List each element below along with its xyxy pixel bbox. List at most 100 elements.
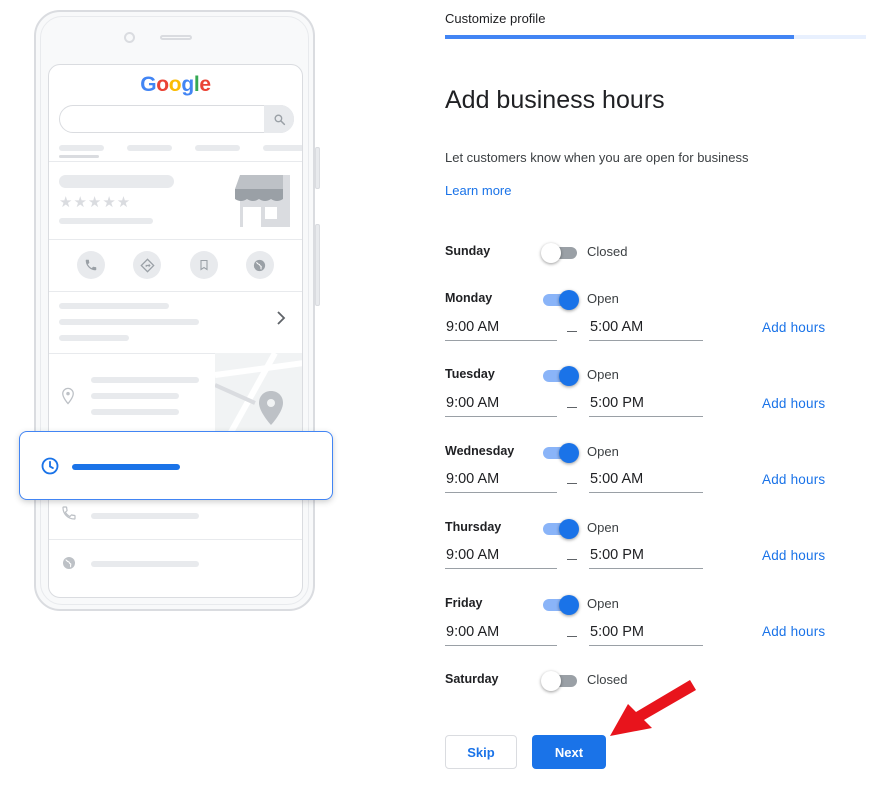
- clock-icon: [41, 457, 59, 475]
- divider: [49, 539, 302, 540]
- day-label-saturday: Saturday: [445, 672, 499, 686]
- mock-text-line: [91, 561, 199, 567]
- globe-icon: [63, 557, 75, 569]
- toggle-saturday[interactable]: [541, 670, 579, 691]
- status-tuesday: Open: [587, 367, 619, 382]
- opens-at-tuesday[interactable]: [445, 393, 557, 417]
- highlighted-hours-card: [19, 431, 333, 500]
- progress-bar: [445, 35, 866, 39]
- divider: [49, 291, 302, 292]
- opens-at-thursday[interactable]: [445, 545, 557, 569]
- logo-letter: e: [199, 73, 211, 96]
- step-label: Customize profile: [445, 11, 546, 26]
- range-dash: [567, 559, 577, 560]
- mock-tab-bar: [263, 145, 302, 151]
- day-label-friday: Friday: [445, 596, 483, 610]
- phone-camera: [124, 32, 135, 43]
- mock-action-row: [49, 251, 302, 279]
- opens-at-wednesday[interactable]: [445, 469, 557, 493]
- toggle-friday[interactable]: [543, 594, 579, 615]
- mock-text-line: [91, 393, 179, 399]
- mock-map: [215, 353, 302, 443]
- location-pin-icon: [62, 387, 74, 405]
- mock-text-line: [91, 513, 199, 519]
- closes-at-wednesday[interactable]: [589, 469, 703, 493]
- page-title: Add business hours: [445, 86, 665, 114]
- toggle-thumb: [559, 519, 579, 539]
- chevron-right-icon: [277, 311, 286, 325]
- red-arrow-annotation: [610, 680, 696, 736]
- add-hours-monday[interactable]: Add hours: [762, 320, 825, 335]
- status-thursday: Open: [587, 520, 619, 535]
- divider: [49, 161, 302, 162]
- toggle-thursday[interactable]: [543, 518, 579, 539]
- mock-text-line: [59, 319, 199, 325]
- day-label-wednesday: Wednesday: [445, 444, 515, 458]
- phone-screen: Google ★★★★★: [48, 64, 303, 598]
- skip-button[interactable]: Skip: [445, 735, 517, 769]
- toggle-wednesday[interactable]: [543, 442, 579, 463]
- toggle-tuesday[interactable]: [543, 365, 579, 386]
- search-icon: [264, 105, 294, 133]
- mock-category: [59, 218, 153, 224]
- phone-icon: [77, 251, 106, 279]
- mock-text-line: [59, 303, 169, 309]
- mock-tab-indicator: [59, 155, 99, 158]
- day-label-sunday: Sunday: [445, 244, 491, 258]
- day-label-thursday: Thursday: [445, 520, 502, 534]
- toggle-monday[interactable]: [543, 289, 579, 310]
- phone-speaker: [160, 35, 192, 40]
- closes-at-friday[interactable]: [589, 622, 703, 646]
- add-hours-thursday[interactable]: Add hours: [762, 548, 825, 563]
- status-wednesday: Open: [587, 444, 619, 459]
- globe-icon: [245, 251, 274, 279]
- logo-letter: o: [168, 73, 182, 96]
- add-hours-wednesday[interactable]: Add hours: [762, 472, 825, 487]
- toggle-thumb: [559, 443, 579, 463]
- add-hours-tuesday[interactable]: Add hours: [762, 396, 825, 411]
- day-label-monday: Monday: [445, 291, 493, 305]
- phone-side-button: [315, 147, 320, 189]
- add-hours-friday[interactable]: Add hours: [762, 624, 825, 639]
- range-dash: [567, 483, 577, 484]
- learn-more-link[interactable]: Learn more: [445, 183, 511, 198]
- logo-letter: o: [156, 73, 169, 96]
- toggle-thumb: [559, 366, 579, 386]
- opens-at-monday[interactable]: [445, 317, 557, 341]
- closes-at-thursday[interactable]: [589, 545, 703, 569]
- status-monday: Open: [587, 291, 619, 306]
- progress-bar-fill: [445, 35, 795, 39]
- mock-tab-bar: [59, 145, 104, 151]
- mock-hours-line: [72, 464, 180, 470]
- logo-letter: G: [140, 73, 157, 96]
- closes-at-monday[interactable]: [589, 317, 703, 341]
- mock-business-name: [59, 175, 174, 188]
- directions-icon: [133, 251, 162, 279]
- day-label-tuesday: Tuesday: [445, 367, 495, 381]
- toggle-sunday[interactable]: [541, 242, 579, 263]
- bookmark-icon: [189, 251, 218, 279]
- mock-tab-bar: [127, 145, 172, 151]
- mock-text-line: [91, 377, 199, 383]
- range-dash: [567, 636, 577, 637]
- star-icon: ★★★★★: [59, 194, 132, 211]
- phone-illustration: Google ★★★★★: [34, 10, 320, 611]
- toggle-thumb: [559, 290, 579, 310]
- closes-at-tuesday[interactable]: [589, 393, 703, 417]
- opens-at-friday[interactable]: [445, 622, 557, 646]
- mock-search-bar: [59, 105, 294, 133]
- toggle-thumb: [559, 595, 579, 615]
- mock-text-line: [91, 409, 179, 415]
- divider: [49, 239, 302, 240]
- phone-volume-button: [315, 224, 320, 306]
- logo-letter: g: [181, 73, 194, 96]
- google-logo: Google: [49, 73, 302, 97]
- storefront-icon: [235, 175, 290, 227]
- page-subtitle: Let customers know when you are open for…: [445, 150, 749, 165]
- toggle-thumb: [541, 243, 561, 263]
- range-dash: [567, 407, 577, 408]
- next-button[interactable]: Next: [532, 735, 606, 769]
- mock-tab-bar: [195, 145, 240, 151]
- mock-text-line: [59, 335, 129, 341]
- phone-icon: [62, 506, 76, 520]
